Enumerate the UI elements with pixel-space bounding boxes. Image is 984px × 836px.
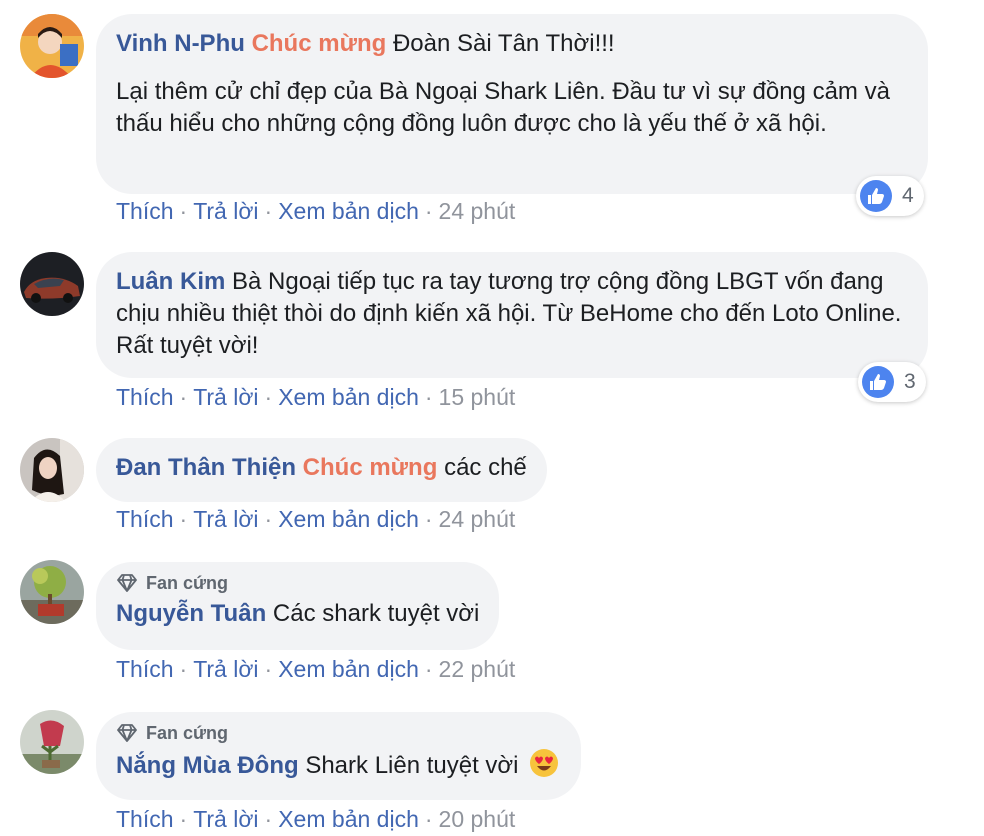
- comment-bubble: Fan cứng Nắng Mùa Đông Shark Liên tuyệt …: [96, 712, 582, 800]
- comment-tag[interactable]: Chúc mừng: [252, 30, 387, 57]
- like-icon: [860, 180, 892, 212]
- reply-link[interactable]: Trả lời: [193, 656, 258, 682]
- badge-label: Fan cứng: [146, 573, 229, 593]
- reply-link[interactable]: Trả lời: [193, 384, 258, 410]
- separator: ·: [264, 806, 273, 832]
- comment-bubble: Fan cứng Nguyễn Tuân Các shark tuyệt vời: [96, 562, 500, 650]
- translate-link[interactable]: Xem bản dịch: [278, 384, 419, 410]
- comment-text: Shark Liên tuyệt vời: [305, 752, 519, 779]
- comment-text: Các shark tuyệt vời: [272, 600, 480, 627]
- separator: ·: [424, 384, 433, 410]
- comment-bubble: Đan Thân Thiện Chúc mừng các chế: [96, 438, 547, 502]
- like-link[interactable]: Thích: [116, 656, 174, 682]
- comment-time[interactable]: 24 phút: [439, 506, 516, 532]
- like-icon: [862, 366, 894, 398]
- like-link[interactable]: Thích: [116, 806, 174, 832]
- comment-bubble: Vinh N-Phu Chúc mừng Đoàn Sài Tân Thời!!…: [96, 14, 928, 194]
- translate-link[interactable]: Xem bản dịch: [278, 506, 419, 532]
- comment-author[interactable]: Luân Kim: [116, 268, 225, 295]
- badge-label: Fan cứng: [146, 723, 229, 743]
- comment-time[interactable]: 20 phút: [439, 806, 516, 832]
- separator: ·: [424, 506, 433, 532]
- translate-link[interactable]: Xem bản dịch: [278, 806, 419, 832]
- avatar[interactable]: [20, 710, 84, 774]
- comment-author[interactable]: Đan Thân Thiện: [116, 454, 296, 481]
- like-link[interactable]: Thích: [116, 506, 174, 532]
- separator: ·: [424, 806, 433, 832]
- comment-author[interactable]: Nắng Mùa Đông: [116, 752, 299, 779]
- comment-actions: Thích · Trả lời · Xem bản dịch · 24 phút: [116, 196, 515, 226]
- separator: ·: [264, 384, 273, 410]
- avatar[interactable]: [20, 438, 84, 502]
- reply-link[interactable]: Trả lời: [193, 506, 258, 532]
- comment-actions: Thích · Trả lời · Xem bản dịch · 22 phút: [116, 654, 515, 684]
- comment-text: Bà Ngoại tiếp tục ra tay tương trợ cộng …: [116, 268, 902, 359]
- separator: ·: [424, 198, 433, 224]
- translate-link[interactable]: Xem bản dịch: [278, 198, 419, 224]
- reply-link[interactable]: Trả lời: [193, 198, 258, 224]
- heart-eyes-emoji: [530, 749, 559, 777]
- comment-actions: Thích · Trả lời · Xem bản dịch · 24 phút: [116, 504, 515, 534]
- separator: ·: [264, 656, 273, 682]
- comment-text: các chế: [444, 454, 527, 481]
- reaction-count[interactable]: 3: [858, 362, 926, 402]
- comment-author[interactable]: Vinh N-Phu: [116, 30, 245, 57]
- reaction-count[interactable]: 4: [856, 176, 924, 216]
- comment-tag[interactable]: Chúc mừng: [303, 454, 438, 481]
- comment-actions: Thích · Trả lời · Xem bản dịch · 20 phút: [116, 804, 515, 834]
- separator: ·: [179, 806, 188, 832]
- translate-link[interactable]: Xem bản dịch: [278, 656, 419, 682]
- diamond-icon: [117, 724, 137, 742]
- like-link[interactable]: Thích: [116, 384, 174, 410]
- comment-text: Đoàn Sài Tân Thời!!!: [392, 30, 615, 57]
- comment-paragraph: Lại thêm cử chỉ đẹp của Bà Ngoại Shark L…: [116, 78, 890, 137]
- diamond-icon: [117, 574, 137, 592]
- comment-actions: Thích · Trả lời · Xem bản dịch · 15 phút: [116, 382, 515, 412]
- comment-time[interactable]: 22 phút: [439, 656, 516, 682]
- separator: ·: [179, 384, 188, 410]
- comment-author[interactable]: Nguyễn Tuân: [116, 600, 266, 627]
- separator: ·: [179, 656, 188, 682]
- separator: ·: [179, 198, 188, 224]
- separator: ·: [424, 656, 433, 682]
- avatar[interactable]: [20, 252, 84, 316]
- avatar[interactable]: [20, 560, 84, 624]
- comment-bubble: Luân Kim Bà Ngoại tiếp tục ra tay tương …: [96, 252, 928, 378]
- like-count: 3: [904, 370, 916, 393]
- like-count: 4: [902, 184, 914, 207]
- avatar[interactable]: [20, 14, 84, 78]
- separator: ·: [264, 198, 273, 224]
- reply-link[interactable]: Trả lời: [193, 806, 258, 832]
- fan-badge: Fan cứng: [116, 720, 559, 746]
- like-link[interactable]: Thích: [116, 198, 174, 224]
- separator: ·: [264, 506, 273, 532]
- separator: ·: [179, 506, 188, 532]
- comment-time[interactable]: 24 phút: [439, 198, 516, 224]
- comment-time[interactable]: 15 phút: [439, 384, 516, 410]
- fan-badge: Fan cứng: [116, 570, 479, 596]
